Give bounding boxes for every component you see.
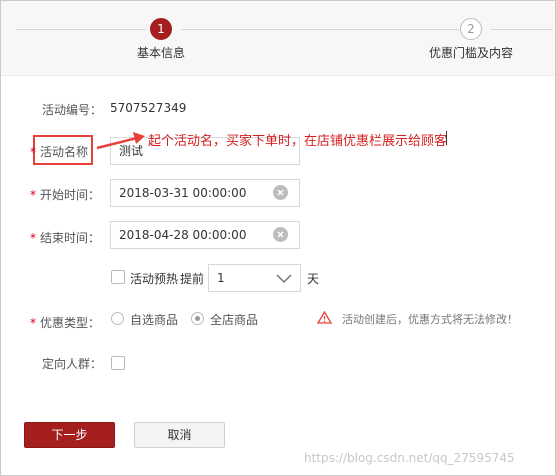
start-time-input[interactable]: 2018-03-31 00:00:00 xyxy=(110,179,300,207)
radio-all-goods[interactable] xyxy=(191,312,204,325)
step-2-circle: 2 xyxy=(460,18,482,40)
radio-all-goods-label: 全店商品 xyxy=(210,313,259,327)
step-line-left xyxy=(16,29,146,30)
clear-icon[interactable] xyxy=(273,227,288,242)
end-time-input[interactable]: 2018-04-28 00:00:00 xyxy=(110,221,300,249)
step-1-label: 基本信息 xyxy=(137,46,186,60)
required-mark: * xyxy=(30,188,36,202)
radio-custom-goods-label: 自选商品 xyxy=(130,313,179,327)
discount-type-warning: 活动创建后，优惠方式将无法修改！ xyxy=(342,313,518,326)
text-cursor xyxy=(446,131,447,145)
required-mark: * xyxy=(30,145,36,159)
preheat-days-value: 1 xyxy=(217,271,225,285)
step-line-middle xyxy=(181,29,459,30)
radio-custom-goods[interactable] xyxy=(111,312,124,325)
annotation-arrow-icon xyxy=(96,132,145,150)
end-time-label-text: 结束时间： xyxy=(40,231,101,245)
target-group-checkbox[interactable] xyxy=(111,356,125,370)
activity-id-value: 5707527349 xyxy=(110,101,187,115)
end-time-label: * 结束时间： xyxy=(30,229,100,246)
preheat-suffix: 天 xyxy=(307,272,320,286)
annotation-text: 起个活动名，买家下单时，在店铺优惠栏展示给顾客 xyxy=(148,134,448,149)
step-1-circle: 1 xyxy=(150,18,172,40)
required-mark: * xyxy=(30,231,36,245)
activity-id-label: 活动编号： xyxy=(42,103,103,117)
watermark: https://blog.csdn.net/qq_27595745 xyxy=(304,451,515,465)
warning-icon xyxy=(317,311,332,324)
step-line-right xyxy=(491,29,553,30)
chevron-down-icon xyxy=(276,274,292,283)
target-group-label: 定向人群： xyxy=(42,357,103,371)
required-mark: * xyxy=(30,316,36,330)
clear-icon[interactable] xyxy=(273,185,288,200)
step-2-label: 优惠门槛及内容 xyxy=(429,46,514,60)
start-time-label-text: 开始时间： xyxy=(40,188,101,202)
next-step-button[interactable]: 下一步 xyxy=(24,422,115,448)
preheat-prefix: 提前 xyxy=(180,272,205,286)
activity-name-label-text: 活动名称 xyxy=(40,145,89,159)
preheat-label: 活动预热 xyxy=(130,272,179,286)
activity-name-label: * 活动名称 xyxy=(30,143,88,160)
stepper: 1 2 基本信息 优惠门槛及内容 xyxy=(1,1,555,76)
cancel-button[interactable]: 取消 xyxy=(134,422,225,448)
start-time-label: * 开始时间： xyxy=(30,186,100,203)
preheat-checkbox[interactable] xyxy=(111,270,125,284)
preheat-days-select[interactable]: 1 xyxy=(208,264,301,292)
discount-type-label-text: 优惠类型： xyxy=(40,316,101,330)
discount-type-label: * 优惠类型： xyxy=(30,314,100,331)
